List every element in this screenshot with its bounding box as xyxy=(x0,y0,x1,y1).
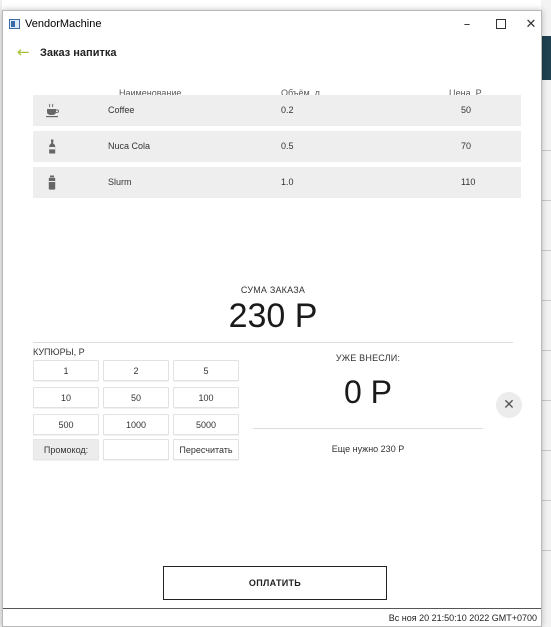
page-header: ← Заказ напитка xyxy=(3,39,541,67)
clear-payment-button[interactable]: ✕ xyxy=(496,392,522,418)
cell-name: Nuca Cola xyxy=(108,141,151,151)
paid-divider xyxy=(253,428,483,429)
cell-name: Slurm xyxy=(108,177,132,187)
background-line xyxy=(541,150,551,151)
background-right-edge xyxy=(541,0,551,627)
background-line xyxy=(541,250,551,251)
cell-price: 110 xyxy=(461,177,476,187)
coffee-cup-icon xyxy=(46,103,59,118)
cell-volume: 0.5 xyxy=(281,141,294,151)
bill-button-5000[interactable]: 5000 xyxy=(173,414,239,435)
bottle-icon xyxy=(49,139,56,154)
paid-amount: 0 Р xyxy=(343,374,393,410)
order-total-value: 230 Р xyxy=(228,297,318,335)
maximize-button[interactable] xyxy=(487,13,515,35)
back-arrow-icon[interactable]: ← xyxy=(17,43,30,61)
bill-button-50[interactable]: 50 xyxy=(103,387,169,408)
title-bar[interactable]: VendorMachine – ✕ xyxy=(3,11,541,39)
cell-volume: 1.0 xyxy=(281,177,294,187)
maximize-icon xyxy=(496,19,506,29)
cell-volume: 0.2 xyxy=(281,105,294,115)
status-bar: Вс ноя 20 21:50:10 2022 GMT+0700 xyxy=(3,608,541,626)
remaining-amount: Еще нужно 230 Р xyxy=(331,444,405,454)
status-datetime: Вс ноя 20 21:50:10 2022 GMT+0700 xyxy=(388,613,537,623)
background-line xyxy=(541,450,551,451)
background-line xyxy=(541,550,551,551)
minimize-icon: – xyxy=(463,16,471,32)
window-title: VendorMachine xyxy=(25,18,102,30)
close-window-button[interactable]: ✕ xyxy=(517,13,541,35)
background-line xyxy=(541,500,551,501)
bill-button-10[interactable]: 10 xyxy=(33,387,99,408)
background-line xyxy=(541,400,551,401)
close-icon: ✕ xyxy=(503,397,515,413)
background-teal-strip xyxy=(541,36,551,80)
recalculate-button[interactable]: Пересчитать xyxy=(173,439,239,460)
pay-button[interactable]: ОПЛАТИТЬ xyxy=(163,566,387,600)
minimize-button[interactable]: – xyxy=(453,13,481,35)
cell-price: 50 xyxy=(461,105,472,115)
background-line xyxy=(541,350,551,351)
table-row-nuca-cola[interactable]: Nuca Cola 0.5 70 xyxy=(33,131,521,162)
page-title: Заказ напитка xyxy=(40,47,117,59)
background-line xyxy=(541,200,551,201)
promo-code-label: Промокод: xyxy=(33,439,99,460)
app-window: VendorMachine – ✕ ← Заказ напитка Наимен… xyxy=(2,10,542,627)
order-total-label: СУМА ЗАКАЗА xyxy=(240,285,306,295)
section-divider xyxy=(33,342,513,343)
close-icon: ✕ xyxy=(525,16,537,32)
can-icon xyxy=(48,175,56,190)
bill-button-1[interactable]: 1 xyxy=(33,360,99,381)
app-icon xyxy=(9,19,20,29)
bill-button-5[interactable]: 5 xyxy=(173,360,239,381)
cell-name: Coffee xyxy=(108,105,135,115)
bill-button-500[interactable]: 500 xyxy=(33,414,99,435)
table-row-coffee[interactable]: Coffee 0.2 50 xyxy=(33,95,521,126)
promo-code-input[interactable] xyxy=(103,439,169,460)
bill-button-2[interactable]: 2 xyxy=(103,360,169,381)
paid-label: УЖЕ ВНЕСЛИ: xyxy=(335,353,401,363)
background-line xyxy=(541,300,551,301)
bills-label: КУПЮРЫ, Р xyxy=(33,347,85,357)
bill-button-1000[interactable]: 1000 xyxy=(103,414,169,435)
cell-price: 70 xyxy=(461,141,472,151)
bill-button-100[interactable]: 100 xyxy=(173,387,239,408)
table-row-slurm[interactable]: Slurm 1.0 110 xyxy=(33,167,521,198)
